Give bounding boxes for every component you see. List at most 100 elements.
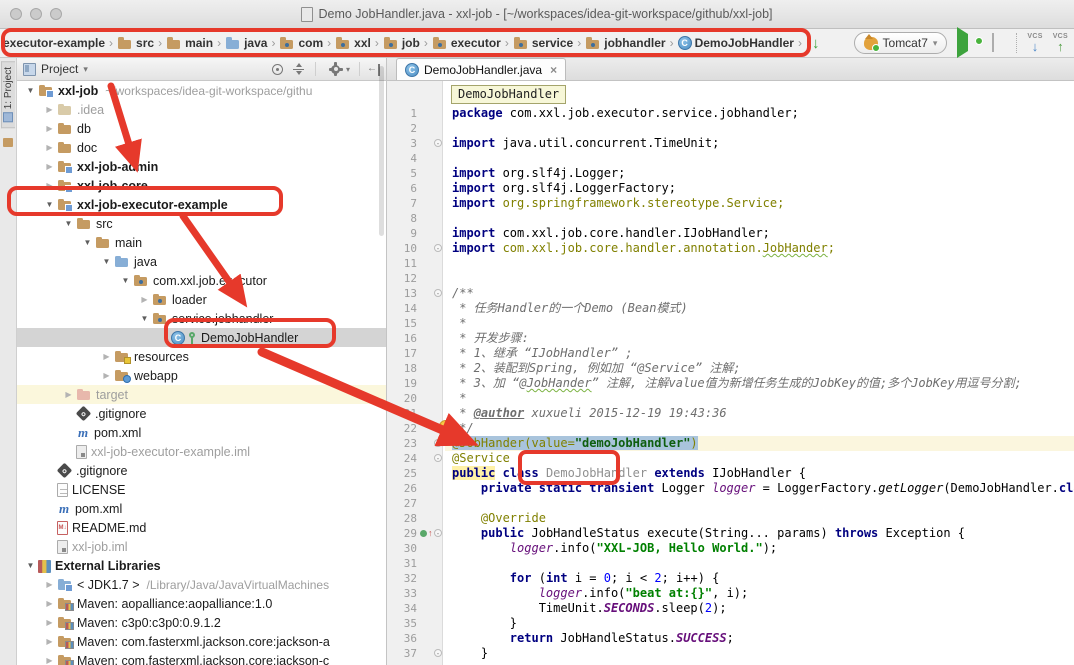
code-line-20[interactable]: 20 *	[387, 391, 1074, 406]
breadcrumb-item-demojobhandler[interactable]: DemoJobHandler	[678, 36, 794, 50]
close-icon[interactable]: ×	[550, 63, 557, 77]
chevron-collapsed-icon[interactable]: ▶	[42, 181, 57, 190]
code-line-25[interactable]: 25public class DemoJobHandler extends IJ…	[387, 466, 1074, 481]
tab-demojobhandler[interactable]: DemoJobHandler.java ×	[396, 58, 566, 80]
chevron-expanded-icon[interactable]: ▼	[23, 561, 38, 570]
tree-row-xxl-job-iml[interactable]: xxl-job.iml	[17, 537, 386, 556]
settings-icon[interactable]	[329, 62, 343, 76]
code-line-5[interactable]: 5import org.slf4j.Logger;	[387, 166, 1074, 181]
code-line-28[interactable]: 28 @Override	[387, 511, 1074, 526]
chevron-collapsed-icon[interactable]: ▶	[99, 371, 114, 380]
chevron-collapsed-icon[interactable]: ▶	[42, 618, 57, 627]
run-config-select[interactable]: Tomcat7 ▾	[854, 32, 948, 54]
tree-row-xxl-job-core[interactable]: ▶xxl-job-core	[17, 176, 386, 195]
tree-scrollbar[interactable]	[379, 66, 384, 236]
tree-row-xxl-job-executor-example-iml[interactable]: xxl-job-executor-example.iml	[17, 442, 386, 461]
code-line-30[interactable]: 30 logger.info("XXL-JOB, Hello World.");	[387, 541, 1074, 556]
tree-row-loader[interactable]: ▶loader	[17, 290, 386, 309]
tree-row-com-xxl-job-executor[interactable]: ▼com.xxl.job.executor	[17, 271, 386, 290]
tree-row-xxl-job-admin[interactable]: ▶xxl-job-admin	[17, 157, 386, 176]
chevron-collapsed-icon[interactable]: ▶	[42, 162, 57, 171]
chevron-collapsed-icon[interactable]: ▶	[42, 105, 57, 114]
code-line-23[interactable]: 23@JobHander(value="demoJobHandler")	[387, 436, 1074, 451]
chevron-down-icon[interactable]: ▾	[83, 64, 88, 75]
tree-row--gitignore[interactable]: .gitignore	[17, 404, 386, 423]
breadcrumb-item-java[interactable]: java	[225, 36, 267, 51]
chevron-expanded-icon[interactable]: ▼	[80, 238, 95, 247]
chevron-expanded-icon[interactable]: ▼	[118, 276, 133, 285]
code-line-21[interactable]: 21 * @author xuxueli 2015-12-19 19:43:36	[387, 406, 1074, 421]
tree-row-maven-c3p0-c3p0-0-9-1-2[interactable]: ▶Maven: c3p0:c3p0:0.9.1.2	[17, 613, 386, 632]
breadcrumb-item-main[interactable]: main	[166, 36, 213, 51]
chevron-collapsed-icon[interactable]: ▶	[42, 656, 57, 665]
code-line-10[interactable]: 10import com.xxl.job.core.handler.annota…	[387, 241, 1074, 256]
tree-row--idea[interactable]: ▶.idea	[17, 100, 386, 119]
code-line-18[interactable]: 18 * 2、装配到Spring, 例如加 “@Service” 注解;	[387, 361, 1074, 376]
override-method-icon[interactable]	[420, 529, 433, 538]
code-line-36[interactable]: 36 return JobHandleStatus.SUCCESS;	[387, 631, 1074, 646]
code-line-29[interactable]: 29 public JobHandleStatus execute(String…	[387, 526, 1074, 541]
chevron-collapsed-icon[interactable]: ▶	[42, 599, 57, 608]
fold-marker-icon[interactable]	[434, 244, 442, 252]
code-line-13[interactable]: 13/**	[387, 286, 1074, 301]
code-line-9[interactable]: 9import com.xxl.job.core.handler.IJobHan…	[387, 226, 1074, 241]
tree-row-pom-xml[interactable]: mpom.xml	[17, 423, 386, 442]
tree-row-doc[interactable]: ▶doc	[17, 138, 386, 157]
tree-row--gitignore[interactable]: .gitignore	[17, 461, 386, 480]
code-line-11[interactable]: 11	[387, 256, 1074, 271]
vcs-commit-button[interactable]: VCS ↑	[1053, 33, 1068, 53]
code-line-16[interactable]: 16 * 开发步骤:	[387, 331, 1074, 346]
breadcrumb-item-xxl[interactable]: xxl	[335, 36, 371, 51]
fold-marker-icon[interactable]	[434, 649, 442, 657]
tree-row-maven-com-fasterxml-jackson-core-jackson-a[interactable]: ▶Maven: com.fasterxml.jackson.core:jacks…	[17, 632, 386, 651]
chevron-expanded-icon[interactable]: ▼	[42, 200, 57, 209]
chevron-expanded-icon[interactable]: ▼	[137, 314, 152, 323]
breadcrumb-item-service[interactable]: service	[513, 36, 573, 51]
tree-row-db[interactable]: ▶db	[17, 119, 386, 138]
chevron-collapsed-icon[interactable]: ▶	[42, 143, 57, 152]
code-line-14[interactable]: 14 * 任务Handler的一个Demo (Bean模式)	[387, 301, 1074, 316]
tree-row-service-jobhandler[interactable]: ▼service.jobhandler	[17, 309, 386, 328]
fold-marker-icon[interactable]	[434, 139, 442, 147]
locate-icon[interactable]	[272, 64, 283, 75]
tree-row-readme-md[interactable]: README.md	[17, 518, 386, 537]
run-button[interactable]	[957, 34, 968, 52]
code-line-2[interactable]: 2	[387, 121, 1074, 136]
tree-row-pom-xml[interactable]: mpom.xml	[17, 499, 386, 518]
favorites-stripe-icon[interactable]	[3, 138, 13, 147]
tree-row-license[interactable]: LICENSE	[17, 480, 386, 499]
fold-marker-icon[interactable]	[434, 454, 442, 462]
chevron-collapsed-icon[interactable]: ▶	[42, 580, 57, 589]
code-line-3[interactable]: 3import java.util.concurrent.TimeUnit;	[387, 136, 1074, 151]
tree-row-xxl-job[interactable]: ▼xxl-job~/workspaces/idea-git-workspace/…	[17, 81, 386, 100]
breadcrumb-item-com[interactable]: com	[279, 36, 323, 51]
code-line-22[interactable]: 22 */	[387, 421, 1074, 436]
tree-row-maven-aopalliance-aopalliance-1-0[interactable]: ▶Maven: aopalliance:aopalliance:1.0	[17, 594, 386, 613]
chevron-expanded-icon[interactable]: ▼	[99, 257, 114, 266]
chevron-expanded-icon[interactable]: ▼	[23, 86, 38, 95]
fold-marker-icon[interactable]	[434, 529, 442, 537]
tree-row--jdk1-7-[interactable]: ▶< JDK1.7 >/Library/Java/JavaVirtualMach…	[17, 575, 386, 594]
chevron-collapsed-icon[interactable]: ▶	[137, 295, 152, 304]
tree-row-external-libraries[interactable]: ▼External Libraries	[17, 556, 386, 575]
breadcrumb-item-src[interactable]: src	[117, 36, 154, 51]
vcs-update-button[interactable]: VCS ↓	[1027, 33, 1042, 53]
code-line-15[interactable]: 15 *	[387, 316, 1074, 331]
code-line-33[interactable]: 33 logger.info("beat at:{}", i);	[387, 586, 1074, 601]
chevron-collapsed-icon[interactable]: ▶	[42, 637, 57, 646]
code-line-17[interactable]: 17 * 1、继承 “IJobHandler” ;	[387, 346, 1074, 361]
breadcrumb-item-executor-example[interactable]: executor-example	[3, 36, 105, 50]
chevron-collapsed-icon[interactable]: ▶	[61, 390, 76, 399]
tree-row-resources[interactable]: ▶resources	[17, 347, 386, 366]
tree-row-main[interactable]: ▼main	[17, 233, 386, 252]
code-line-34[interactable]: 34 TimeUnit.SECONDS.sleep(2);	[387, 601, 1074, 616]
tree-row-target[interactable]: ▶target	[17, 385, 386, 404]
collapse-icon[interactable]	[292, 62, 306, 76]
code-line-32[interactable]: 32 for (int i = 0; i < 2; i++) {	[387, 571, 1074, 586]
fold-marker-icon[interactable]	[434, 289, 442, 297]
code-line-26[interactable]: 26 private static transient Logger logge…	[387, 481, 1074, 496]
chevron-collapsed-icon[interactable]: ▶	[42, 124, 57, 133]
tree-row-xxl-job-executor-example[interactable]: ▼xxl-job-executor-example	[17, 195, 386, 214]
chevron-collapsed-icon[interactable]: ▶	[99, 352, 114, 361]
fold-marker-icon[interactable]	[434, 439, 442, 447]
